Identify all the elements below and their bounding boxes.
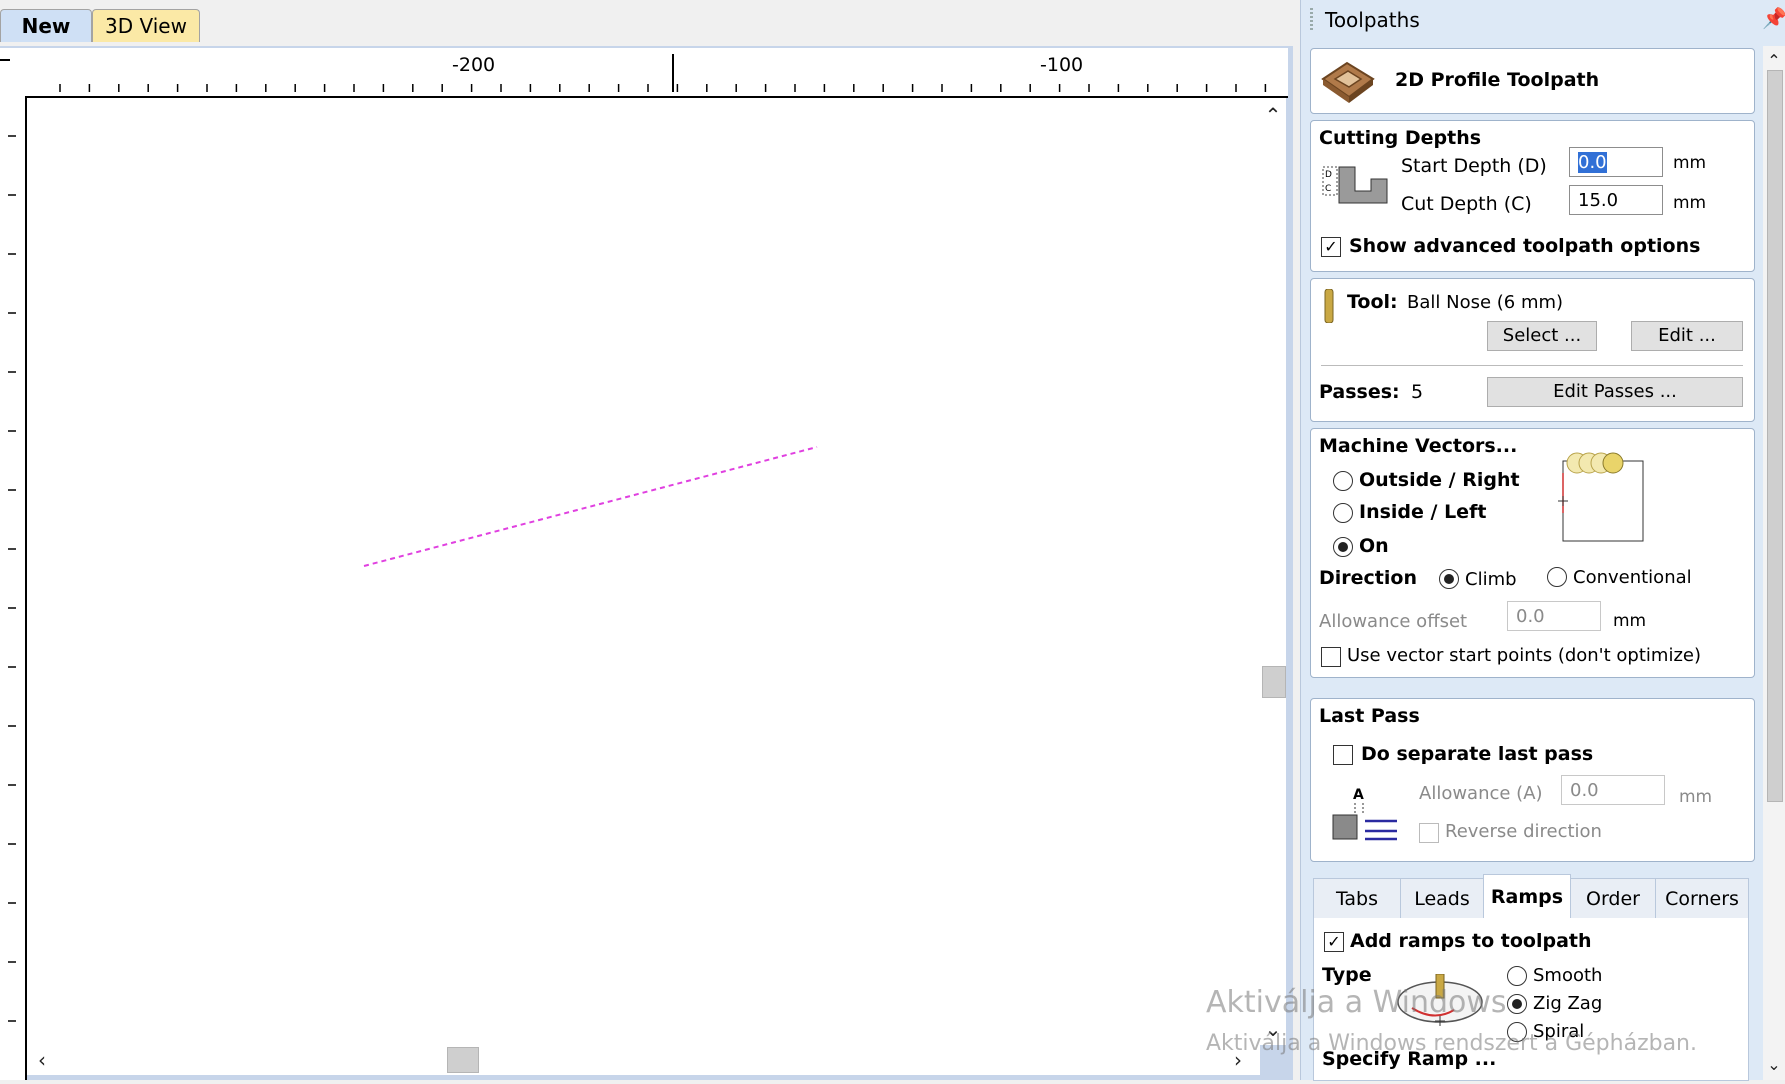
select-tool-button[interactable]: Select ... [1487, 321, 1597, 351]
windows-activation-subtext: Aktiválja a Windows rendszert a Gépházba… [1206, 1031, 1697, 1056]
allowance-offset-unit: mm [1613, 611, 1647, 631]
radio-on[interactable] [1333, 537, 1353, 557]
last-pass-allowance-unit: mm [1679, 787, 1713, 807]
allowance-offset-label: Allowance offset [1319, 611, 1468, 632]
tool-name: Ball Nose (6 mm) [1407, 292, 1564, 313]
radio-smooth[interactable] [1507, 966, 1527, 986]
tab-corners[interactable]: Corners [1655, 878, 1749, 919]
outside-right-label: Outside / Right [1359, 469, 1520, 491]
tool-label: Tool: [1347, 291, 1398, 313]
panel-scrollbar[interactable]: ⌃ ⌄ [1763, 46, 1785, 1080]
radio-zig-zag[interactable] [1507, 994, 1527, 1014]
direction-label: Direction [1319, 567, 1417, 589]
radio-conventional[interactable] [1547, 567, 1567, 587]
panel-scroll-down-icon[interactable]: ⌄ [1761, 1052, 1785, 1078]
depth-diagram-icon: D C [1322, 166, 1388, 204]
use-start-points-label: Use vector start points (don't optimize) [1347, 645, 1701, 666]
on-label: On [1359, 535, 1389, 557]
reverse-direction-checkbox[interactable] [1419, 823, 1439, 843]
edit-tool-button[interactable]: Edit ... [1631, 321, 1743, 351]
last-pass-diagram-icon: A [1332, 787, 1397, 841]
last-pass-title: Last Pass [1319, 705, 1420, 727]
svg-text:A: A [1353, 787, 1364, 803]
ruler-ticks [0, 54, 1267, 92]
svg-text:D: D [1325, 170, 1332, 180]
tab-leads[interactable]: Leads [1400, 878, 1484, 919]
tool-section: Tool: Ball Nose (6 mm) Select ... Edit .… [1310, 278, 1755, 422]
vertical-scroll-thumb[interactable] [1262, 666, 1286, 698]
tab-tabs[interactable]: Tabs [1313, 878, 1401, 919]
last-pass-allowance-label: Allowance (A) [1419, 783, 1543, 804]
conventional-label: Conventional [1573, 567, 1692, 588]
vertical-scrollbar[interactable]: ⌃ ⌄ [1260, 98, 1286, 1045]
panel-grip-icon[interactable] [1310, 8, 1313, 32]
pin-icon[interactable]: 📌 [1762, 6, 1785, 30]
radio-climb[interactable] [1439, 569, 1459, 589]
start-depth-input[interactable]: 0.0 [1569, 147, 1663, 177]
drawing-canvas[interactable] [27, 98, 1260, 1045]
ruler-label-minus-200: -200 [452, 54, 496, 76]
vector-side-diagram-icon [1558, 452, 1644, 542]
horizontal-scroll-thumb[interactable] [447, 1047, 479, 1073]
show-advanced-checkbox[interactable]: ✓ [1321, 237, 1341, 257]
show-advanced-label: Show advanced toolpath options [1349, 235, 1701, 257]
vector-drawing [363, 446, 818, 567]
start-depth-unit: mm [1673, 153, 1707, 173]
divider [1321, 365, 1743, 366]
tab-new[interactable]: New [0, 9, 92, 42]
toolpath-header: 2D Profile Toolpath [1310, 48, 1755, 114]
selected-vector-line[interactable] [363, 446, 818, 567]
smooth-label: Smooth [1533, 965, 1603, 986]
machine-vectors-title: Machine Vectors... [1319, 435, 1518, 457]
passes-label: Passes: [1319, 381, 1400, 403]
start-depth-label: Start Depth (D) [1401, 155, 1547, 177]
inside-left-label: Inside / Left [1359, 501, 1487, 523]
reverse-direction-label: Reverse direction [1445, 821, 1602, 842]
ramp-type-label: Type [1322, 964, 1372, 986]
passes-value: 5 [1411, 381, 1424, 403]
last-pass-allowance-input[interactable]: 0.0 [1561, 775, 1665, 805]
toolpath-name: 2D Profile Toolpath [1395, 69, 1600, 91]
windows-activation-watermark: Aktiválja a Windows [1206, 985, 1507, 1020]
horizontal-ruler: -200 -100 [0, 48, 1288, 98]
machine-vectors-section: Machine Vectors... Outside / Right Insid… [1310, 428, 1755, 678]
cut-depth-input[interactable]: 15.0 [1569, 185, 1663, 215]
tab-ramps[interactable]: Ramps [1483, 874, 1571, 919]
document-tab-bar: New 3D View [0, 0, 1300, 48]
add-ramps-label: Add ramps to toolpath [1350, 930, 1592, 952]
add-ramps-checkbox[interactable]: ✓ [1324, 932, 1344, 952]
zig-zag-label: Zig Zag [1533, 993, 1603, 1014]
profile-toolpath-icon [1321, 61, 1375, 103]
separate-last-pass-checkbox[interactable] [1333, 745, 1353, 765]
radio-inside-left[interactable] [1333, 503, 1353, 523]
cutting-depths-title: Cutting Depths [1319, 127, 1482, 149]
radio-outside-right[interactable] [1333, 471, 1353, 491]
vertical-ruler [0, 96, 27, 1080]
vertical-ruler-ticks [8, 135, 16, 1022]
cutting-depths-section: Cutting Depths D C Start Depth (D) 0.0 m… [1310, 120, 1755, 272]
edit-passes-button[interactable]: Edit Passes ... [1487, 377, 1743, 407]
tab-3d-view[interactable]: 3D View [92, 9, 200, 42]
last-pass-section: Last Pass Do separate last pass A Allowa… [1310, 698, 1755, 862]
horizontal-scrollbar[interactable]: ‹ › [27, 1045, 1260, 1075]
allowance-offset-input[interactable]: 0.0 [1507, 601, 1601, 631]
panel-scroll-thumb[interactable] [1767, 70, 1783, 802]
svg-text:C: C [1325, 184, 1331, 194]
scroll-left-icon[interactable]: ‹ [29, 1047, 55, 1073]
cut-depth-unit: mm [1673, 193, 1707, 213]
tab-order[interactable]: Order [1570, 878, 1656, 919]
ruler-label-minus-100: -100 [1040, 54, 1084, 76]
cut-depth-label: Cut Depth (C) [1401, 193, 1532, 215]
climb-label: Climb [1465, 569, 1517, 590]
separate-last-pass-label: Do separate last pass [1361, 743, 1594, 765]
panel-title: Toolpaths [1325, 8, 1420, 32]
use-start-points-checkbox[interactable] [1321, 647, 1341, 667]
scroll-up-icon[interactable]: ⌃ [1260, 102, 1286, 128]
tool-bit-icon [1324, 289, 1334, 323]
